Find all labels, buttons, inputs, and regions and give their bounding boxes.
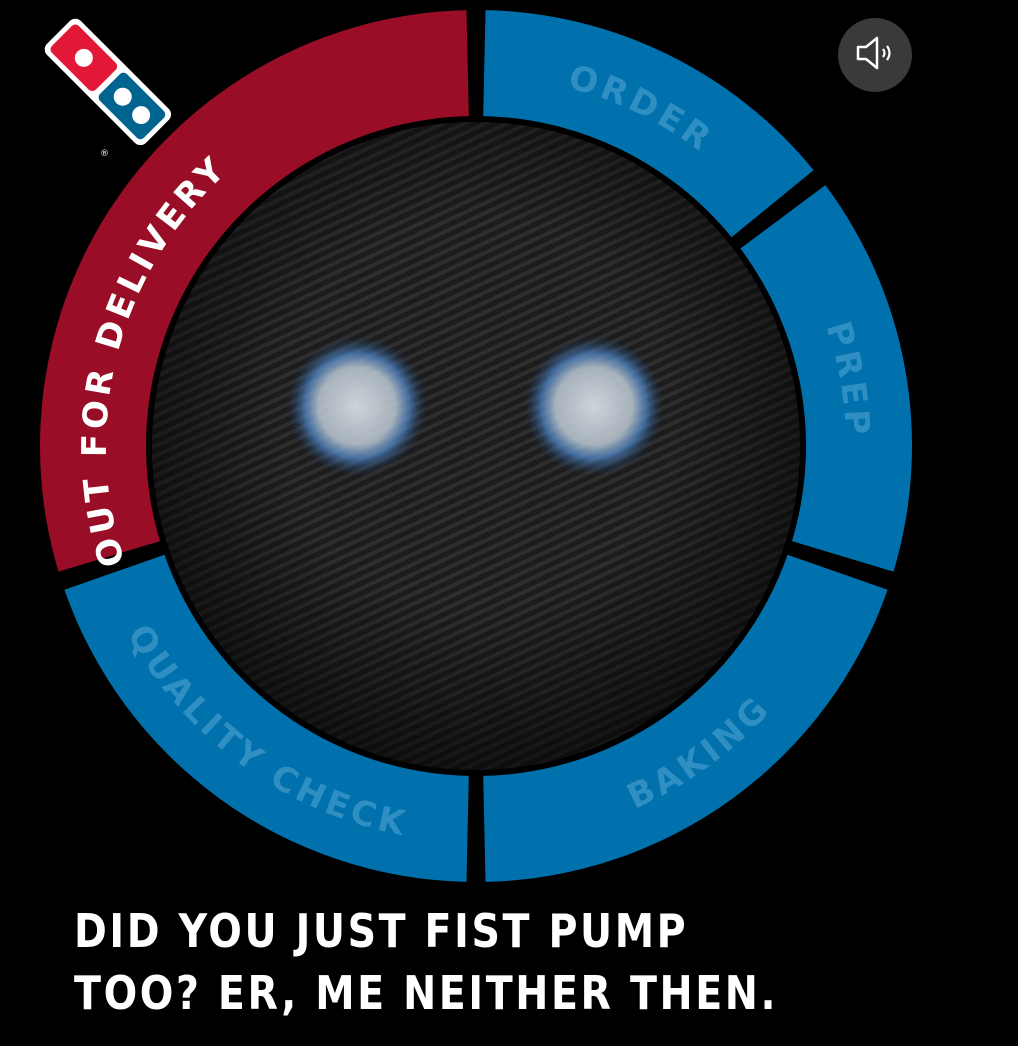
sound-toggle-button[interactable]: [838, 18, 912, 92]
speaker-icon: [855, 35, 895, 75]
right-eye: [524, 336, 664, 476]
tracker-face-shade: [152, 122, 800, 770]
svg-text:®: ®: [100, 149, 109, 159]
left-eye: [287, 336, 427, 476]
status-message: DID YOU JUST FIST PUMP TOO? ER, ME NEITH…: [74, 904, 779, 1020]
dominos-logo-icon[interactable]: ®: [36, 16, 184, 160]
